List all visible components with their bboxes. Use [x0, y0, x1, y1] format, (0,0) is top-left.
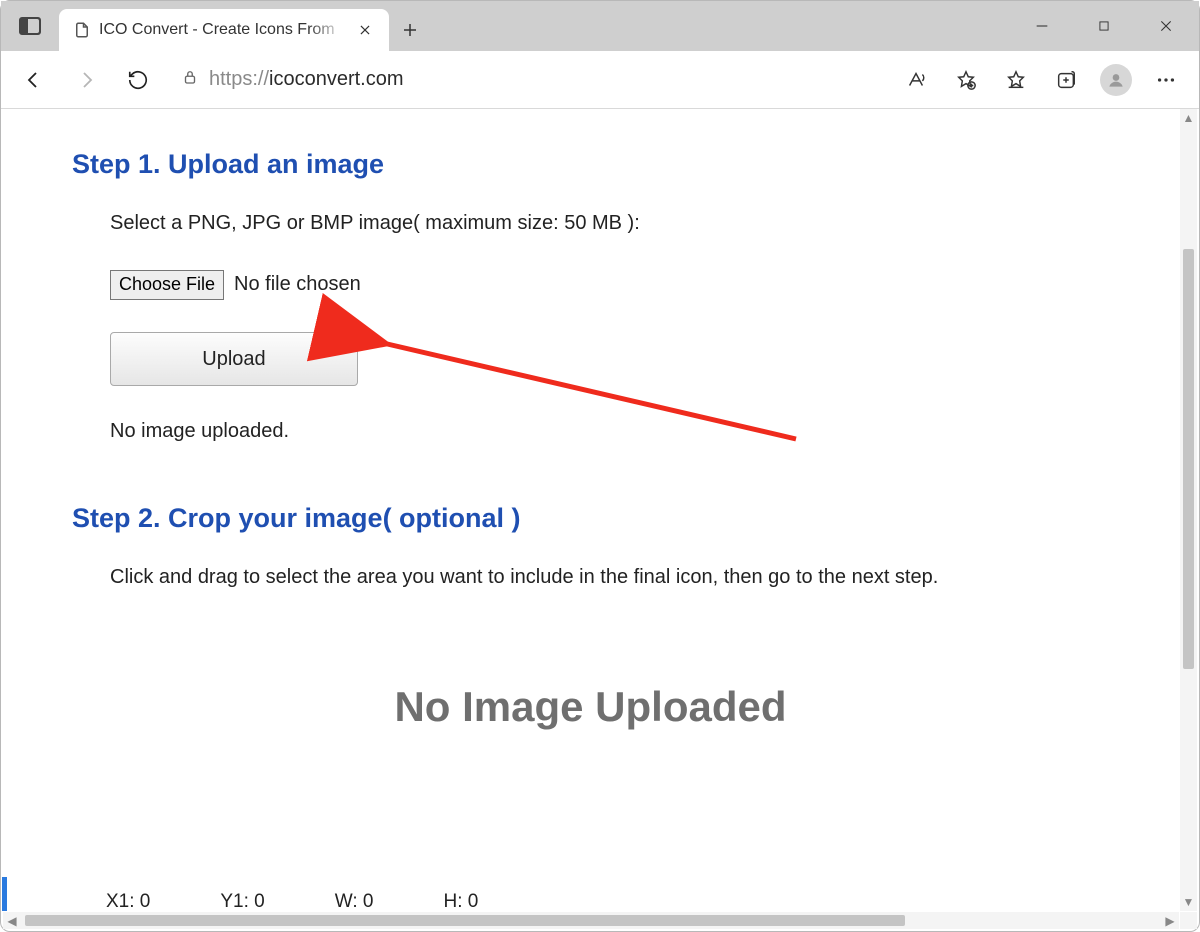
browser-toolbar: https://icoconvert.com [1, 51, 1199, 109]
address-bar[interactable]: https://icoconvert.com [167, 68, 887, 92]
favorites-button[interactable] [993, 57, 1039, 103]
avatar-icon [1100, 64, 1132, 96]
scroll-up-icon[interactable]: ▲ [1180, 109, 1197, 127]
coord-y1: Y1: 0 [220, 891, 264, 911]
scroll-right-icon[interactable]: ▶ [1161, 912, 1179, 929]
step1-description: Select a PNG, JPG or BMP image( maximum … [110, 208, 1109, 239]
nav-back-button[interactable] [11, 57, 57, 103]
upload-status: No image uploaded. [110, 416, 1109, 447]
tab-title: ICO Convert - Create Icons From [99, 21, 345, 39]
coord-x1: X1: 0 [106, 891, 150, 911]
scroll-down-icon[interactable]: ▼ [1180, 893, 1197, 911]
hscroll-thumb[interactable] [25, 915, 905, 926]
browser-tab[interactable]: ICO Convert - Create Icons From [59, 9, 389, 51]
scrollbar-corner [1180, 912, 1197, 929]
lock-icon [181, 68, 199, 92]
tab-overview-icon [19, 17, 41, 35]
tab-close-button[interactable] [353, 18, 377, 42]
profile-button[interactable] [1093, 57, 1139, 103]
accent-strip [2, 877, 7, 911]
add-favorite-button[interactable] [943, 57, 989, 103]
page-viewport: Step 1. Upload an image Select a PNG, JP… [2, 109, 1179, 911]
choose-file-button[interactable]: Choose File [110, 270, 224, 300]
collections-button[interactable] [1043, 57, 1089, 103]
url-host: icoconvert.com [269, 68, 404, 90]
url-scheme: https:// [209, 68, 269, 90]
window-close-button[interactable] [1135, 1, 1197, 51]
coord-w: W: 0 [335, 891, 374, 911]
nav-forward-button[interactable] [63, 57, 109, 103]
read-aloud-button[interactable] [893, 57, 939, 103]
vertical-scrollbar[interactable]: ▲ ▼ [1180, 109, 1197, 911]
window-minimize-button[interactable] [1011, 1, 1073, 51]
step2-description: Click and drag to select the area you wa… [110, 562, 1109, 593]
new-tab-button[interactable] [389, 9, 431, 51]
coord-h: H: 0 [443, 891, 478, 911]
crop-coords: X1: 0 Y1: 0 W: 0 H: 0 [106, 891, 478, 911]
vscroll-thumb[interactable] [1183, 249, 1194, 669]
window-maximize-button[interactable] [1073, 1, 1135, 51]
step1-heading: Step 1. Upload an image [72, 149, 1109, 180]
step2-heading: Step 2. Crop your image( optional ) [72, 503, 1109, 534]
browser-titlebar: ICO Convert - Create Icons From [1, 1, 1199, 51]
horizontal-scrollbar[interactable]: ◀ ▶ [3, 912, 1179, 929]
tab-actions-button[interactable] [1, 1, 59, 51]
scroll-left-icon[interactable]: ◀ [3, 912, 21, 929]
page-icon [73, 21, 91, 39]
window-controls [1011, 1, 1197, 51]
upload-button[interactable]: Upload [110, 332, 358, 386]
reload-button[interactable] [115, 57, 161, 103]
more-button[interactable] [1143, 57, 1189, 103]
crop-placeholder: No Image Uploaded [72, 683, 1109, 731]
page-content: Step 1. Upload an image Select a PNG, JP… [2, 109, 1179, 731]
file-status-text: No file chosen [234, 269, 361, 300]
